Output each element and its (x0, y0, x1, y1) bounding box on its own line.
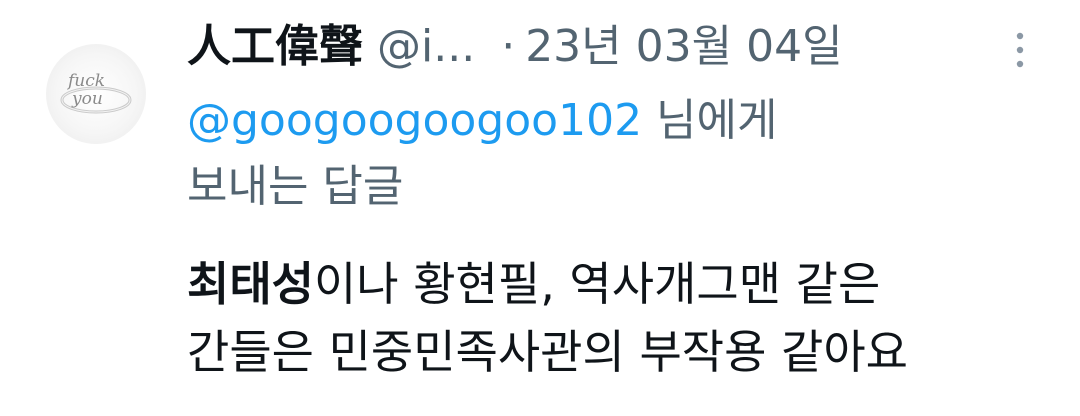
tweet[interactable]: fuck you 人工偉聲 @i... · 23년 03월 04일 @googo… (0, 0, 1080, 416)
tweet-text: 최태성이나 황현필, 역사개그맨 같은 간들은 민중민족사관의 부작용 같아요 (187, 250, 1067, 386)
tweet-timestamp[interactable]: 23년 03월 04일 (525, 14, 842, 80)
tweet-header: 人工偉聲 @i... · 23년 03월 04일 (187, 14, 843, 80)
more-options-button[interactable] (1008, 26, 1032, 74)
reply-mention-link[interactable]: @googoogoogoo102 (187, 95, 642, 146)
tweet-text-line1: 이나 황현필, 역사개그맨 같은 (313, 257, 881, 311)
more-vertical-icon (1016, 32, 1024, 68)
user-handle[interactable]: @i... (377, 14, 475, 80)
separator-dot: · (501, 21, 516, 72)
avatar-word-2: you (71, 89, 103, 109)
ring-image: fuck you (60, 71, 132, 114)
reply-context: @googoogoogoo102 님에게 보내는 답글 (187, 88, 967, 220)
tweet-text-line2: 간들은 민중민족사관의 부작용 같아요 (187, 325, 908, 379)
reply-label: 보내는 답글 (187, 161, 404, 212)
bold-name: 최태성 (187, 257, 314, 311)
display-name[interactable]: 人工偉聲 (187, 14, 363, 80)
avatar[interactable]: fuck you (46, 44, 146, 144)
reply-suffix: 님에게 (642, 95, 778, 146)
avatar-word-1: fuck (66, 71, 105, 91)
